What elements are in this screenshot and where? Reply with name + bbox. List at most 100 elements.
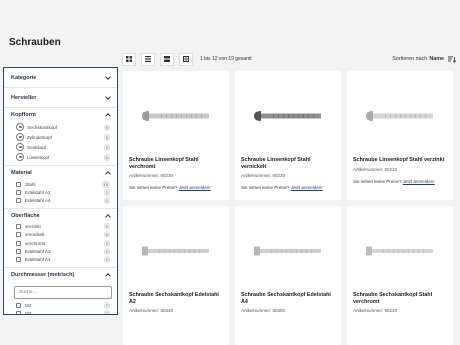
filter-count: 5 <box>103 223 110 231</box>
compact-view-button[interactable] <box>160 52 174 66</box>
pan-head-icon <box>16 153 24 161</box>
filter-option[interactable]: Edelstahl A2 2 <box>4 247 117 255</box>
checkbox[interactable] <box>16 303 21 309</box>
filter-durchmesser: Durchmesser (metrisch) Suche ... M2 7 M3 7 <box>4 268 117 315</box>
filter-option[interactable]: verchromt 5 <box>4 239 117 247</box>
product-title[interactable]: Schraube Sechskantkopf Edelstahl A4 <box>241 292 337 306</box>
filter-count: 7 <box>103 302 110 310</box>
filter-option-label: Edelstahl A2 <box>25 248 51 254</box>
pan-head-screw-image <box>254 111 321 121</box>
product-article-number: Artikelnummer: 60210 <box>353 167 398 172</box>
product-card[interactable]: Schraube Sechskantkopf Edelstahl A2 Arti… <box>123 206 229 345</box>
product-card[interactable]: Schraube Sechskantkopf Edelstahl A4 Arti… <box>235 206 341 345</box>
cylinder-head-icon <box>16 133 24 141</box>
filter-oberflaeche-label: Oberfläche <box>11 212 40 219</box>
filter-option[interactable]: Sechskantkopf 5 <box>4 122 117 132</box>
filter-option[interactable]: verzinkt 5 <box>4 223 117 231</box>
filter-option-label: verzinkt <box>25 224 41 230</box>
filter-oberflaeche-header[interactable]: Oberfläche <box>4 209 117 223</box>
filter-option[interactable]: M2 7 <box>4 302 117 310</box>
price-note-text: Sie sehen keine Preise? <box>129 185 178 190</box>
filter-option-label: Linsenkopf <box>27 154 50 160</box>
pan-head-screw-image <box>366 111 433 121</box>
filter-option-label: Stahl <box>25 181 36 187</box>
checkbox[interactable] <box>16 311 21 314</box>
grid-icon <box>126 56 132 62</box>
product-card[interactable]: Schraube Linsenkopf Stahl vernickelt Art… <box>235 71 341 200</box>
product-title[interactable]: Schraube Linsenkopf Stahl verchromt <box>129 157 225 171</box>
table-view-button[interactable] <box>179 52 193 66</box>
filter-count: 15 <box>101 180 110 188</box>
filter-option-label: Sechskantkopf <box>27 124 58 130</box>
login-link[interactable]: Jetzt anmelden! <box>179 185 211 190</box>
filter-option[interactable]: Edelstahl A4 2 <box>4 196 117 204</box>
product-title[interactable]: Schraube Sechskantkopf Stahl verchromt <box>353 292 449 306</box>
filter-count: 5 <box>103 133 110 141</box>
filter-option[interactable]: vernickelt 5 <box>4 231 117 239</box>
checkbox[interactable] <box>16 197 21 203</box>
filter-option-label: Edelstahl A4 <box>25 256 51 262</box>
login-link[interactable]: Jetzt anmelden! <box>403 179 435 184</box>
product-article-number: Artikelnummer: 90340 <box>129 308 174 313</box>
filter-option[interactable]: Edelstahl A4 2 <box>4 255 117 263</box>
checkbox[interactable] <box>16 256 21 262</box>
chevron-up-icon <box>105 213 111 220</box>
filter-option-label: Senkkopf <box>27 144 47 150</box>
filter-kopfform-label: Kopfform <box>11 112 36 118</box>
filter-option[interactable]: Edelstahl A2 2 <box>4 188 117 196</box>
filter-durchmesser-label: Durchmesser (metrisch) <box>11 271 75 278</box>
filter-option-label: M2 <box>25 303 32 309</box>
product-article-number: Artikelnummer: 60230 <box>129 173 174 178</box>
filter-kopfform: Kopfform Sechskantkopf 5 Zylinderkopf 5 Se… <box>4 108 117 166</box>
filter-option[interactable]: Senkkopf 5 <box>4 142 117 152</box>
chevron-up-icon <box>105 272 111 279</box>
price-note-text: Sie sehen keine Preise? <box>353 179 402 184</box>
filter-material-header[interactable]: Material <box>4 166 117 180</box>
filter-option-label: M3 <box>25 311 32 315</box>
filter-kategorie[interactable]: Kategorie <box>4 68 117 88</box>
filter-count: 5 <box>103 123 110 131</box>
chevron-up-icon <box>105 113 111 119</box>
filter-hersteller[interactable]: Hersteller <box>4 88 117 108</box>
table-icon <box>183 56 189 62</box>
page-title: Schrauben <box>9 37 61 48</box>
results-count: 1 bis 12 von 19 gesamt <box>200 56 252 62</box>
filter-durchmesser-header[interactable]: Durchmesser (metrisch) <box>4 268 117 282</box>
pan-head-screw-image <box>142 111 209 121</box>
filter-option[interactable]: Stahl 15 <box>4 180 117 188</box>
grid-large-view-button[interactable] <box>122 52 136 66</box>
chevron-down-icon <box>105 73 111 80</box>
filter-search-input[interactable]: Suche ... <box>14 285 112 299</box>
product-title[interactable]: Schraube Sechskantkopf Edelstahl A2 <box>129 292 225 306</box>
countersunk-head-icon <box>16 143 24 151</box>
hex-head-screw-image <box>254 246 321 256</box>
filter-count: 2 <box>103 255 110 263</box>
checkbox[interactable] <box>16 232 21 238</box>
chevron-down-icon <box>105 93 111 100</box>
filter-material-label: Material <box>11 170 32 176</box>
sort-value: Name <box>429 56 444 62</box>
login-link[interactable]: Jetzt anmelden! <box>291 185 323 190</box>
checkbox[interactable] <box>16 189 21 195</box>
checkbox[interactable] <box>16 240 21 246</box>
product-card[interactable]: Schraube Sechskantkopf Stahl verchromt A… <box>347 206 453 345</box>
list-view-button[interactable] <box>141 52 155 66</box>
filter-kopfform-header[interactable]: Kopfform <box>4 108 117 122</box>
filter-option[interactable]: Zylinderkopf 5 <box>4 132 117 142</box>
sort-control[interactable]: Sortieren nach Name <box>392 56 456 63</box>
filter-option-label: verchromt <box>25 240 46 246</box>
hex-head-screw-image <box>142 246 209 256</box>
filter-option-label: Edelstahl A4 <box>25 197 51 203</box>
product-card[interactable]: Schraube Linsenkopf Stahl verzinkt Artik… <box>347 71 453 200</box>
filter-option-label: vernickelt <box>25 232 45 238</box>
tile-icon <box>164 56 170 62</box>
filter-count: 5 <box>103 143 110 151</box>
product-card[interactable]: Schraube Linsenkopf Stahl verchromt Arti… <box>123 71 229 200</box>
checkbox[interactable] <box>16 181 21 187</box>
product-title[interactable]: Schraube Linsenkopf Stahl vernickelt <box>241 157 337 171</box>
product-title[interactable]: Schraube Linsenkopf Stahl verzinkt <box>353 157 449 164</box>
checkbox[interactable] <box>16 248 21 254</box>
filter-option[interactable]: Linsenkopf 5 <box>4 152 117 162</box>
filter-option[interactable]: M3 7 <box>4 310 117 315</box>
checkbox[interactable] <box>16 224 21 230</box>
